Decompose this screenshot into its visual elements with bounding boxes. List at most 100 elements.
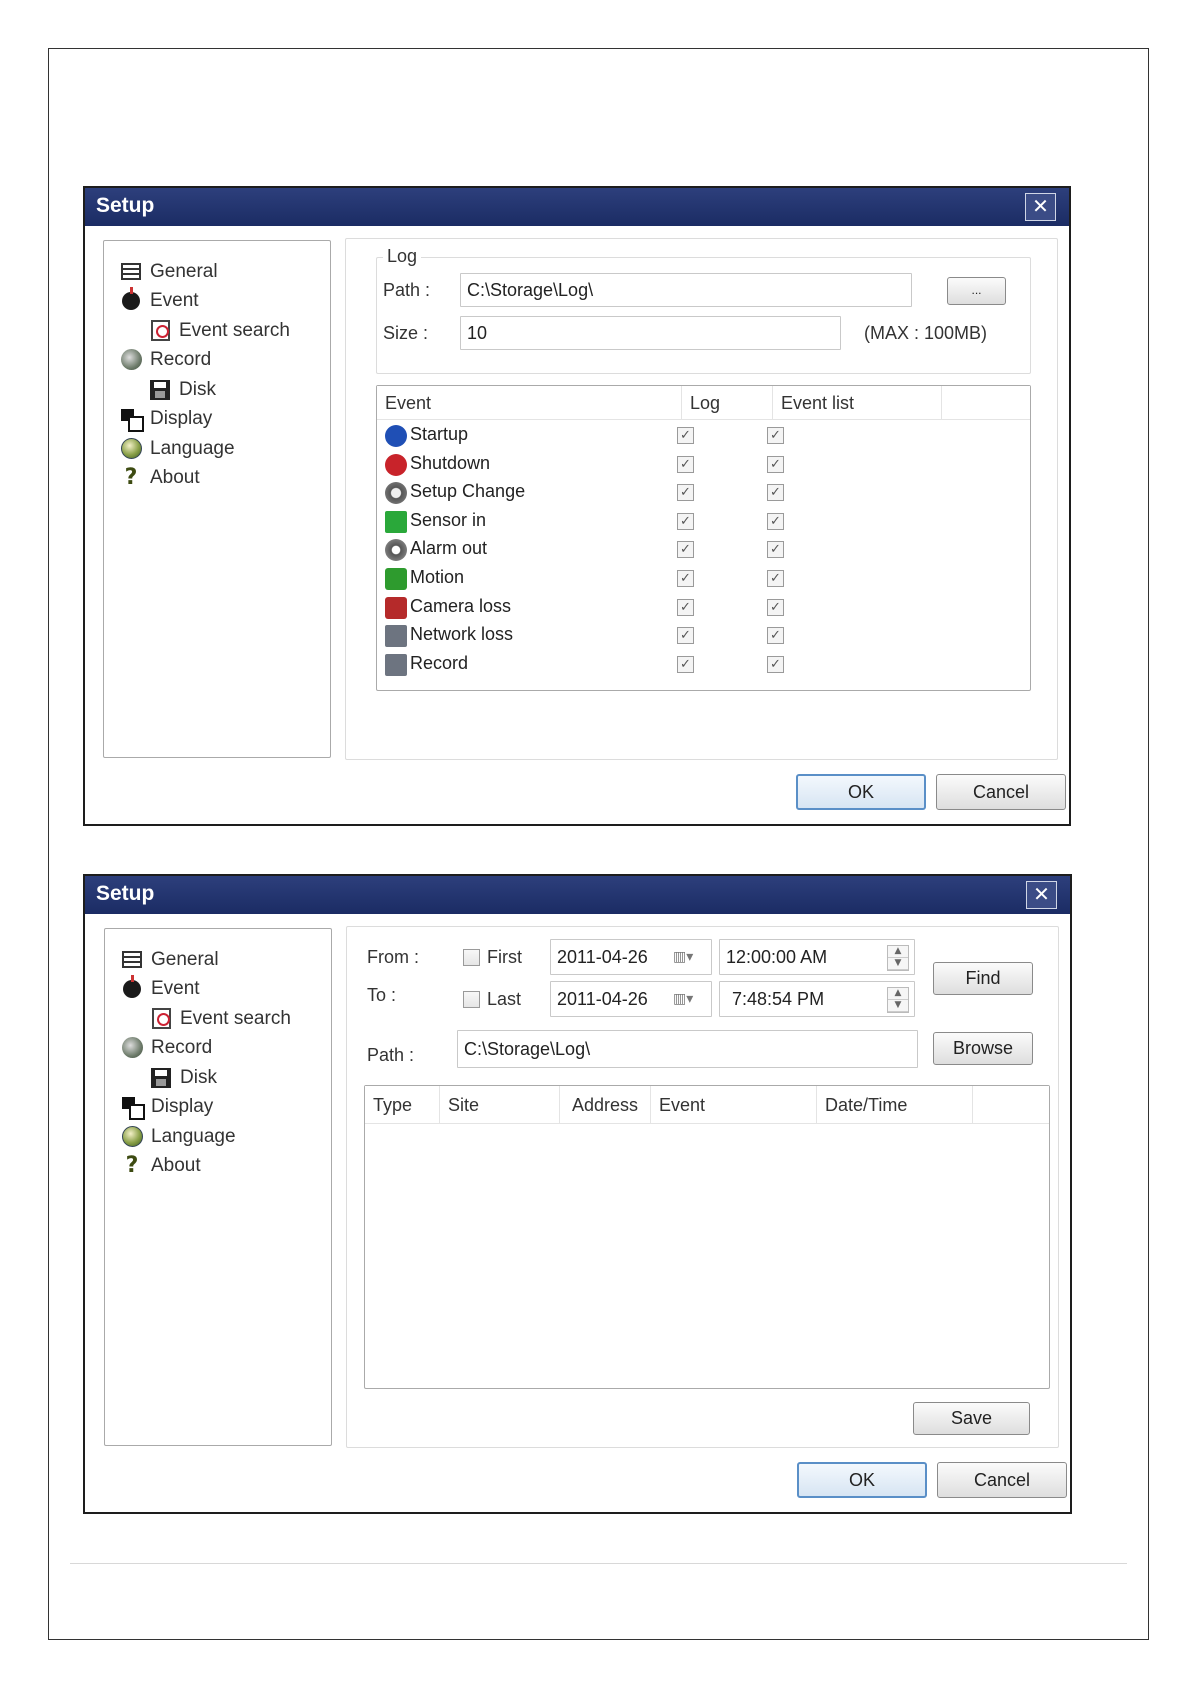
log-checkbox[interactable]: ✓ — [677, 598, 694, 616]
event-list-checkbox[interactable]: ✓ — [767, 598, 784, 616]
column-header-type[interactable]: Type — [365, 1086, 440, 1124]
cancel-button[interactable]: Cancel — [936, 774, 1066, 810]
spin-up-icon[interactable]: ▲ — [888, 988, 908, 1000]
log-path-field[interactable] — [460, 273, 912, 307]
first-checkbox[interactable] — [463, 949, 480, 966]
tree-item-record[interactable]: Record — [121, 1034, 212, 1061]
tree-item-record[interactable]: Record — [120, 346, 211, 373]
search-results-header: Type Site Address Event Date/Time — [365, 1086, 1049, 1124]
setup-dialog-event-search: Setup ✕ General Event Event search Recor… — [83, 874, 1072, 1514]
event-name: Alarm out — [410, 538, 488, 559]
setup-tree-panel: General Event Event search Record Disk D… — [103, 240, 331, 758]
from-calendar-dropdown-icon[interactable]: ▥▾ — [673, 945, 709, 969]
tree-item-language[interactable]: Language — [121, 1123, 236, 1150]
event-list-checkbox[interactable]: ✓ — [767, 655, 784, 673]
tree-item-disk[interactable]: Disk — [149, 376, 216, 403]
event-row: Record ✓ ✓ — [377, 651, 1030, 679]
event-row: Camera loss ✓ ✓ — [377, 594, 1030, 622]
log-size-max-note: (MAX : 100MB) — [864, 323, 988, 343]
column-header-address[interactable]: Address — [560, 1086, 651, 1124]
log-checkbox[interactable]: ✓ — [677, 655, 694, 673]
close-icon[interactable]: ✕ — [1026, 881, 1057, 909]
event-table-body: Startup ✓ ✓ Shutdown ✓ ✓ Setup Change ✓ ✓ Sensor … — [377, 422, 1030, 687]
log-checkbox[interactable]: ✓ — [677, 627, 694, 645]
log-checkbox[interactable]: ✓ — [677, 541, 694, 559]
log-checkbox[interactable]: ✓ — [677, 455, 694, 473]
column-header-event-list[interactable]: Event list — [773, 386, 942, 420]
log-checkbox[interactable]: ✓ — [677, 427, 694, 444]
browse-button[interactable]: Browse — [933, 1032, 1033, 1065]
tree-item-disk[interactable]: Disk — [150, 1064, 217, 1091]
close-icon[interactable]: ✕ — [1025, 193, 1056, 221]
to-calendar-dropdown-icon[interactable]: ▥▾ — [673, 987, 709, 1011]
tree-item-event[interactable]: Event — [121, 974, 200, 1002]
tree-item-label: General — [151, 948, 219, 970]
dialog-title: Setup — [96, 194, 155, 217]
tree-item-event-search[interactable]: Event search — [150, 1005, 291, 1032]
tree-item-about[interactable]: ? About — [120, 464, 200, 491]
log-group-legend: Log — [383, 246, 422, 267]
content-panel: From : To : First Last ▥▾ ▥▾ ▲▼ ▲▼ Find … — [346, 926, 1059, 1448]
tree-item-label: About — [151, 1154, 201, 1176]
ok-button[interactable]: OK — [797, 1462, 927, 1498]
log-path-browse-button[interactable]: ... — [947, 277, 1006, 305]
disk-icon — [149, 379, 171, 401]
to-time-spinner[interactable]: ▲ ▼ — [887, 987, 909, 1013]
tree-item-event[interactable]: Event — [120, 286, 199, 314]
tree-item-event-search[interactable]: Event search — [149, 317, 290, 344]
spin-down-icon[interactable]: ▼ — [888, 958, 908, 970]
from-time-field[interactable] — [719, 939, 915, 975]
event-list-checkbox[interactable]: ✓ — [767, 512, 784, 530]
ok-button[interactable]: OK — [796, 774, 926, 810]
event-row: Startup ✓ ✓ — [377, 422, 1030, 450]
event-list-checkbox[interactable]: ✓ — [767, 541, 784, 559]
event-icon — [120, 286, 142, 312]
column-header-date-time[interactable]: Date/Time — [817, 1086, 973, 1124]
tree-item-general[interactable]: General — [120, 258, 218, 285]
spin-up-icon[interactable]: ▲ — [888, 946, 908, 958]
column-header-event[interactable]: Event — [377, 386, 682, 420]
event-row: Sensor in ✓ ✓ — [377, 508, 1030, 536]
column-header-site[interactable]: Site — [440, 1086, 560, 1124]
event-list-checkbox[interactable]: ✓ — [767, 484, 784, 502]
cancel-button[interactable]: Cancel — [937, 1462, 1067, 1498]
tree-item-label: Event search — [179, 319, 290, 341]
tree-item-display[interactable]: Display — [120, 405, 212, 432]
column-header-event[interactable]: Event — [651, 1086, 817, 1124]
log-checkbox[interactable]: ✓ — [677, 570, 694, 587]
general-icon — [121, 949, 143, 971]
tree-item-about[interactable]: ? About — [121, 1152, 201, 1179]
event-list-checkbox[interactable]: ✓ — [767, 455, 784, 473]
tree-item-label: General — [150, 260, 218, 282]
tree-item-label: Language — [150, 437, 235, 459]
event-table: Event Log Event list Startup ✓ ✓ Shutdown ✓ ✓… — [376, 385, 1031, 691]
setup-dialog-event: Setup ✕ General Event Event search Recor… — [83, 186, 1071, 826]
event-name: Startup — [410, 424, 469, 444]
tree-item-label: Disk — [180, 1066, 217, 1088]
event-row: Motion ✓ ✓ — [377, 565, 1030, 593]
tree-item-language[interactable]: Language — [120, 435, 235, 462]
path-field[interactable] — [457, 1030, 918, 1068]
event-list-checkbox[interactable]: ✓ — [767, 627, 784, 645]
shutdown-icon — [385, 453, 407, 476]
last-checkbox[interactable] — [463, 991, 480, 1008]
event-list-checkbox[interactable]: ✓ — [767, 427, 784, 444]
log-path-label: Path : — [383, 280, 431, 300]
log-checkbox[interactable]: ✓ — [677, 512, 694, 530]
tree-item-general[interactable]: General — [121, 946, 219, 973]
record-icon — [120, 349, 142, 371]
last-label: Last — [487, 989, 522, 1009]
from-time-spinner[interactable]: ▲ ▼ — [887, 945, 909, 971]
to-time-field[interactable] — [719, 981, 915, 1017]
save-button[interactable]: Save — [913, 1402, 1030, 1435]
spin-down-icon[interactable]: ▼ — [888, 1000, 908, 1012]
log-checkbox[interactable]: ✓ — [677, 484, 694, 502]
event-list-checkbox[interactable]: ✓ — [767, 570, 784, 587]
tree-item-label: Disk — [179, 378, 216, 400]
find-button[interactable]: Find — [933, 962, 1033, 995]
tree-item-display[interactable]: Display — [121, 1093, 213, 1120]
column-header-log[interactable]: Log — [682, 386, 773, 420]
tree-item-label: Record — [151, 1036, 213, 1058]
tree-item-label: Display — [151, 1095, 214, 1117]
log-size-field[interactable] — [460, 316, 841, 350]
